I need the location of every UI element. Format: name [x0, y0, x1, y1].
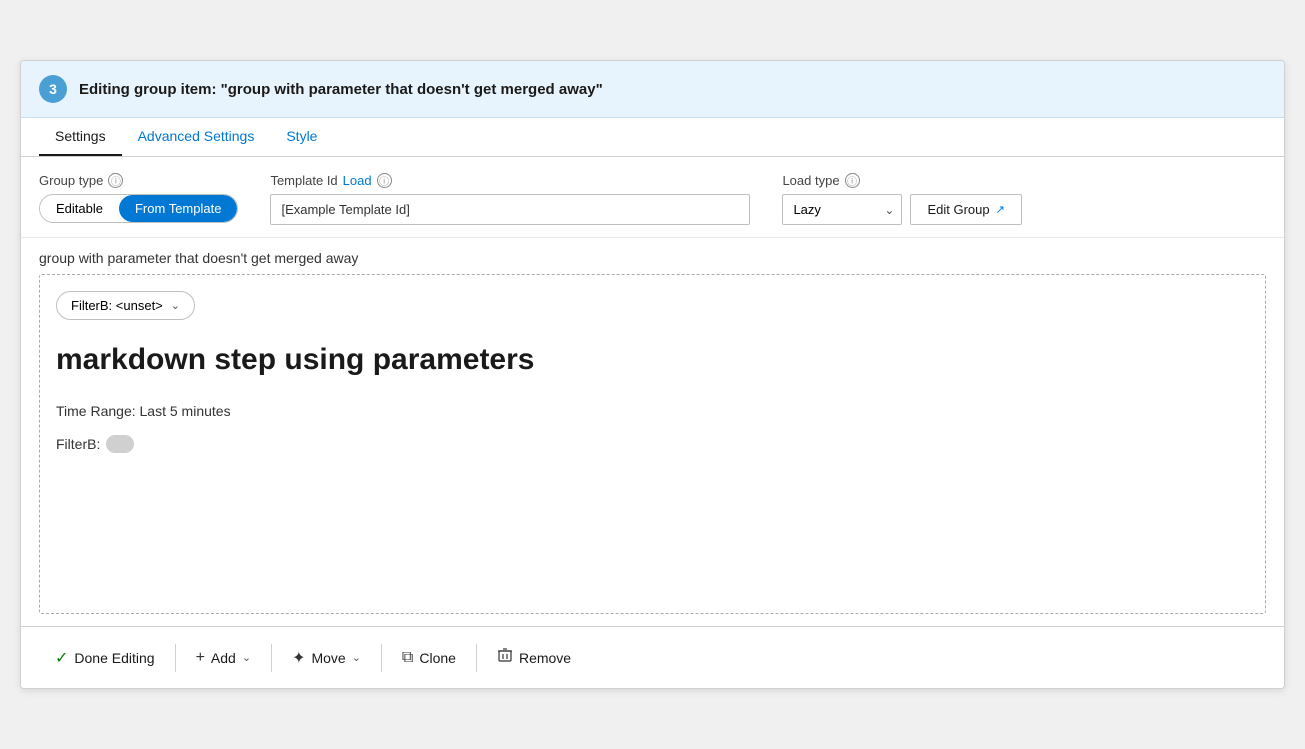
trash-icon	[497, 647, 513, 668]
move-button[interactable]: ✦ Move ⌄	[276, 640, 377, 676]
load-type-select[interactable]: Lazy Eager	[782, 194, 902, 225]
template-id-info-icon[interactable]: ⓘ	[377, 173, 392, 188]
toolbar-divider-3	[381, 644, 382, 672]
settings-row: Group type ⓘ Editable From Template Temp…	[21, 157, 1284, 238]
load-type-label: Load type ⓘ	[782, 173, 1021, 188]
load-type-field: Load type ⓘ Lazy Eager ⌄ Edit Group ↗	[782, 173, 1021, 225]
filterb-pill	[106, 435, 134, 453]
template-id-input[interactable]	[270, 194, 750, 225]
filterb-row-label: FilterB:	[56, 436, 100, 452]
external-link-icon: ↗	[996, 203, 1005, 216]
load-type-info-icon[interactable]: ⓘ	[845, 173, 860, 188]
filterb-dropdown-label: FilterB: <unset>	[71, 298, 163, 313]
load-type-select-wrapper: Lazy Eager ⌄	[782, 194, 902, 225]
toolbar-divider-4	[476, 644, 477, 672]
bottom-toolbar: ✓ Done Editing + Add ⌄ ✦ Move ⌄ ⧉ Clone	[21, 626, 1284, 688]
time-range-text: Time Range: Last 5 minutes	[56, 403, 1249, 419]
clone-icon: ⧉	[402, 649, 413, 667]
group-type-info-icon[interactable]: ⓘ	[108, 173, 123, 188]
move-label: Move	[311, 650, 345, 666]
done-editing-label: Done Editing	[74, 650, 154, 666]
header-bar: 3 Editing group item: "group with parame…	[21, 61, 1284, 118]
tab-settings[interactable]: Settings	[39, 118, 122, 156]
done-editing-button[interactable]: ✓ Done Editing	[39, 640, 171, 676]
toolbar-divider-1	[175, 644, 176, 672]
template-id-label: Template Id Load ⓘ	[270, 173, 750, 188]
add-label: Add	[211, 650, 236, 666]
load-type-group: Lazy Eager ⌄ Edit Group ↗	[782, 194, 1021, 225]
plus-icon: +	[196, 649, 205, 667]
check-icon: ✓	[55, 648, 68, 668]
editable-toggle-btn[interactable]: Editable	[40, 195, 119, 222]
template-id-field: Template Id Load ⓘ	[270, 173, 750, 225]
filterb-dropdown[interactable]: FilterB: <unset> ⌄	[56, 291, 195, 320]
main-panel: 3 Editing group item: "group with parame…	[20, 60, 1285, 689]
template-load-link[interactable]: Load	[343, 173, 372, 188]
move-chevron-icon: ⌄	[352, 651, 361, 664]
group-type-field: Group type ⓘ Editable From Template	[39, 173, 238, 223]
tabs-bar: Settings Advanced Settings Style	[21, 118, 1284, 157]
filterb-chevron-icon: ⌄	[171, 299, 180, 312]
content-area: FilterB: <unset> ⌄ markdown step using p…	[39, 274, 1266, 614]
filterb-row: FilterB:	[56, 435, 1249, 453]
add-chevron-icon: ⌄	[242, 651, 251, 664]
remove-button[interactable]: Remove	[481, 639, 587, 676]
add-button[interactable]: + Add ⌄	[180, 641, 267, 675]
step-badge: 3	[39, 75, 67, 103]
move-icon: ✦	[292, 648, 305, 668]
edit-group-button[interactable]: Edit Group ↗	[910, 194, 1021, 225]
group-type-toggle: Editable From Template	[39, 194, 238, 223]
tab-advanced-settings[interactable]: Advanced Settings	[122, 118, 271, 156]
tab-style[interactable]: Style	[270, 118, 333, 156]
from-template-toggle-btn[interactable]: From Template	[119, 195, 237, 222]
group-type-label: Group type ⓘ	[39, 173, 238, 188]
remove-label: Remove	[519, 650, 571, 666]
header-title: Editing group item: "group with paramete…	[79, 81, 603, 98]
toolbar-divider-2	[271, 644, 272, 672]
markdown-heading: markdown step using parameters	[56, 340, 1249, 379]
group-title: group with parameter that doesn't get me…	[21, 238, 1284, 274]
clone-label: Clone	[419, 650, 456, 666]
clone-button[interactable]: ⧉ Clone	[386, 641, 472, 675]
